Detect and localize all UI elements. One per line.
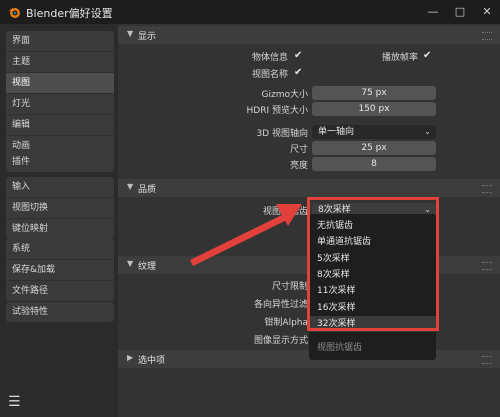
hdri-preview-size-field[interactable]: 150 px	[312, 102, 436, 116]
playback-fps-label: 播放帧率	[381, 53, 418, 63]
view-name-label: 视图名称	[251, 70, 288, 80]
drag-grip-icon[interactable]	[482, 262, 492, 270]
sidebar-item-interface[interactable]: 界面	[6, 31, 114, 52]
sidebar-item-theme[interactable]: 主题	[6, 52, 114, 73]
brightness-label: 亮度	[289, 161, 308, 171]
chevron-down-icon: ⌄	[424, 127, 431, 136]
panel-title-display: 显示	[138, 32, 157, 42]
sidebar-group-input: 输入 视图切换 键位映射	[6, 177, 114, 239]
expanded-icon: ▼	[127, 182, 134, 191]
sidebar-item-viewport[interactable]: 视图	[6, 73, 114, 94]
panel-title-texture: 纹理	[138, 262, 157, 272]
aa-option-none[interactable]: 无抗锯齿	[309, 218, 436, 234]
aa-option-16-samples[interactable]: 16次采样	[309, 300, 436, 316]
axis-label: 3D 视图轴向	[256, 129, 308, 139]
maximize-button[interactable]: □	[452, 4, 468, 20]
axis-dropdown[interactable]: 单一轴向 ⌄	[312, 125, 436, 139]
clip-alpha-label: 钳制Alpha	[264, 318, 308, 328]
sidebar-item-navigation[interactable]: 视图切换	[6, 198, 114, 219]
sidebar-item-lights[interactable]: 灯光	[6, 94, 114, 115]
sidebar-item-file-paths[interactable]: 文件路径	[6, 281, 114, 301]
close-button[interactable]: ✕	[479, 4, 495, 20]
gizmo-size-label: Gizmo大小	[261, 90, 308, 100]
viewport-aa-label: 视图抗锯齿	[262, 207, 308, 217]
drag-grip-icon[interactable]	[482, 32, 492, 40]
panel-header-quality[interactable]: ▼ 品质	[118, 179, 500, 197]
aa-option-11-samples[interactable]: 11次采样	[309, 283, 436, 299]
title-bar: Blender偏好设置 — □ ✕	[0, 0, 500, 24]
sidebar-item-keymap[interactable]: 键位映射	[6, 219, 114, 239]
sidebar-group-addons: 插件	[6, 152, 114, 172]
sidebar-group-experimental: 试验特性	[6, 302, 114, 322]
aa-option-32-samples[interactable]: 32次采样	[309, 316, 436, 332]
aa-option-5-samples[interactable]: 5次采样	[309, 251, 436, 267]
aa-option-single-pass[interactable]: 单通道抗锯齿	[309, 234, 436, 250]
expanded-icon: ▼	[127, 29, 134, 38]
sidebar-group-system: 系统 保存&加载 文件路径	[6, 239, 114, 301]
sidebar-item-system[interactable]: 系统	[6, 239, 114, 260]
sidebar-group-ui: 界面 主题 视图 灯光 编辑 动画	[6, 31, 114, 156]
object-info-label: 物体信息	[251, 53, 288, 63]
viewport-aa-popup-menu: 无抗锯齿 单通道抗锯齿 5次采样 8次采样 11次采样 16次采样 32次采样 …	[309, 214, 436, 360]
minimize-button[interactable]: —	[425, 4, 441, 20]
drag-grip-icon[interactable]	[482, 185, 492, 193]
axis-dropdown-value: 单一轴向	[318, 127, 355, 137]
panel-title-selection: 选中项	[138, 356, 166, 366]
menu-icon[interactable]: ☰	[8, 394, 21, 410]
axis-size-field[interactable]: 25 px	[312, 141, 436, 155]
aa-popup-footer: 视图抗锯齿	[317, 343, 363, 353]
playback-fps-checkbox[interactable]: ✔	[423, 51, 433, 61]
collapsed-icon: ▶	[127, 353, 134, 362]
aa-option-8-samples[interactable]: 8次采样	[309, 267, 436, 283]
window-title: Blender偏好设置	[26, 7, 113, 20]
anisotropic-filter-label: 各向异性过滤	[253, 300, 308, 310]
expanded-icon: ▼	[127, 259, 134, 268]
sidebar-item-experimental[interactable]: 试验特性	[6, 302, 114, 322]
texture-size-limit-label: 尺寸限制	[271, 282, 308, 292]
sidebar-item-save-load[interactable]: 保存&加载	[6, 260, 114, 281]
sidebar-item-input[interactable]: 输入	[6, 177, 114, 198]
gizmo-size-field[interactable]: 75 px	[312, 86, 436, 100]
brightness-field[interactable]: 8	[312, 157, 436, 171]
drag-grip-icon[interactable]	[482, 356, 492, 364]
hdri-preview-size-label: HDRI 预览大小	[246, 106, 308, 116]
sidebar-item-addons[interactable]: 插件	[6, 152, 114, 172]
sidebar-item-editing[interactable]: 编辑	[6, 115, 114, 136]
image-display-method-label: 图像显示方式	[253, 336, 308, 346]
sidebar: 界面 主题 视图 灯光 编辑 动画 插件 输入 视图切换 键位映射 系统 保存&…	[0, 24, 118, 417]
panel-header-display[interactable]: ▼ 显示	[118, 26, 500, 44]
panel-title-quality: 品质	[138, 185, 157, 195]
axis-size-label: 尺寸	[289, 145, 308, 155]
object-info-checkbox[interactable]: ✔	[294, 51, 304, 61]
view-name-checkbox[interactable]: ✔	[294, 68, 304, 78]
blender-logo-icon	[8, 8, 20, 18]
